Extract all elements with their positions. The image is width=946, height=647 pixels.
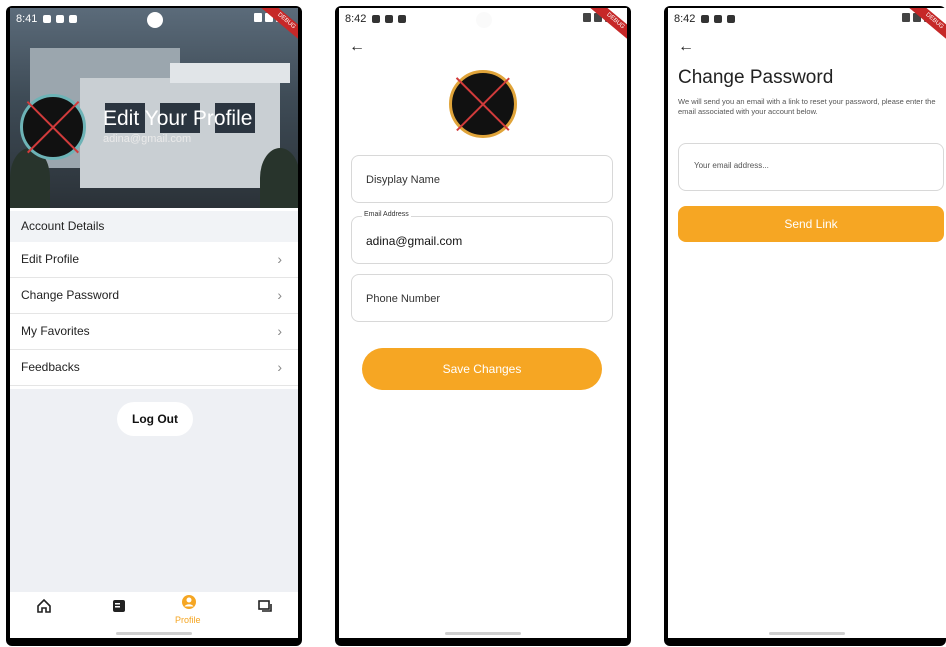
edit-profile-screen: 8:42 DEBUG ← Disyplay Name Email Address…	[339, 8, 627, 638]
notification-icon	[43, 15, 52, 23]
email-field[interactable]: Email Address adina@gmail.com	[351, 211, 613, 264]
status-time: 8:41	[16, 13, 38, 25]
sim-icon	[385, 15, 394, 23]
card-icon	[727, 15, 736, 23]
menu-item-change-password[interactable]: Change Password ›	[10, 278, 298, 314]
phone-profile: 8:41 DEBUG Edit Your Profile adina@gmail…	[6, 6, 302, 646]
back-arrow-icon[interactable]: ←	[678, 38, 694, 56]
status-bar: 8:42	[668, 8, 946, 30]
camera-cutout	[147, 12, 163, 28]
avatar[interactable]	[20, 94, 86, 160]
page-title: Change Password	[678, 67, 834, 88]
notification-icon	[372, 15, 381, 23]
card-icon	[398, 15, 407, 23]
save-changes-button[interactable]: Save Changes	[362, 348, 602, 390]
chevron-right-icon: ›	[277, 323, 282, 339]
phone-edit-profile: 8:42 DEBUG ← Disyplay Name Email Address…	[335, 6, 631, 646]
phone-number-field[interactable]: Phone Number	[351, 274, 613, 322]
section-title: Account Details	[10, 211, 298, 242]
logout-button[interactable]: Log Out	[117, 402, 193, 436]
status-time: 8:42	[674, 13, 696, 25]
tree-shape	[260, 148, 298, 208]
display-name-placeholder: Disyplay Name	[366, 174, 440, 186]
nav-label-profile: Profile	[175, 615, 201, 625]
news-icon[interactable]	[107, 598, 131, 622]
user-email: adina@gmail.com	[103, 133, 192, 145]
status-time: 8:42	[345, 13, 367, 25]
menu-item-label: Feedbacks	[21, 360, 80, 374]
chevron-right-icon: ›	[277, 359, 282, 375]
display-name-field[interactable]: Disyplay Name	[351, 155, 613, 203]
phone-change-password: 8:42 DEBUG ← Change Password We will sen…	[664, 6, 946, 646]
menu-item-edit-profile[interactable]: Edit Profile ›	[10, 242, 298, 278]
email-field-label: Email Address	[362, 211, 411, 218]
home-icon[interactable]	[32, 598, 56, 622]
menu-item-my-favorites[interactable]: My Favorites ›	[10, 314, 298, 350]
bottom-nav: Profile	[10, 592, 298, 628]
home-indicator	[116, 632, 192, 635]
camera-cutout	[476, 12, 492, 28]
send-link-button[interactable]: Send Link	[678, 206, 944, 242]
chevron-right-icon: ›	[277, 251, 282, 267]
email-input-placeholder: Your email address...	[694, 161, 769, 170]
sim-icon	[714, 15, 723, 23]
chevron-right-icon: ›	[277, 287, 282, 303]
phone-number-placeholder: Phone Number	[366, 293, 440, 305]
chat-icon[interactable]	[253, 598, 277, 622]
menu-item-label: Change Password	[21, 288, 120, 302]
avatar[interactable]	[449, 70, 517, 138]
home-indicator	[769, 632, 845, 635]
card-icon	[69, 15, 78, 23]
menu-item-label: My Favorites	[21, 324, 90, 338]
wifi-icon	[902, 13, 910, 22]
change-password-screen: 8:42 DEBUG ← Change Password We will sen…	[668, 8, 946, 638]
wifi-icon	[583, 13, 591, 22]
email-input[interactable]: Your email address...	[678, 143, 944, 191]
profile-screen: 8:41 DEBUG Edit Your Profile adina@gmail…	[10, 8, 298, 638]
back-arrow-icon[interactable]: ←	[349, 38, 365, 56]
home-indicator	[445, 632, 521, 635]
page-description: We will send you an email with a link to…	[678, 97, 936, 116]
notification-icon	[701, 15, 710, 23]
building-shape	[170, 63, 290, 83]
sim-icon	[56, 15, 65, 23]
menu-item-feedbacks[interactable]: Feedbacks ›	[10, 350, 298, 386]
email-field-value: adina@gmail.com	[366, 234, 463, 248]
page-title: Edit Your Profile	[103, 107, 253, 130]
menu-item-label: Edit Profile	[21, 252, 80, 266]
wifi-icon	[254, 13, 262, 22]
